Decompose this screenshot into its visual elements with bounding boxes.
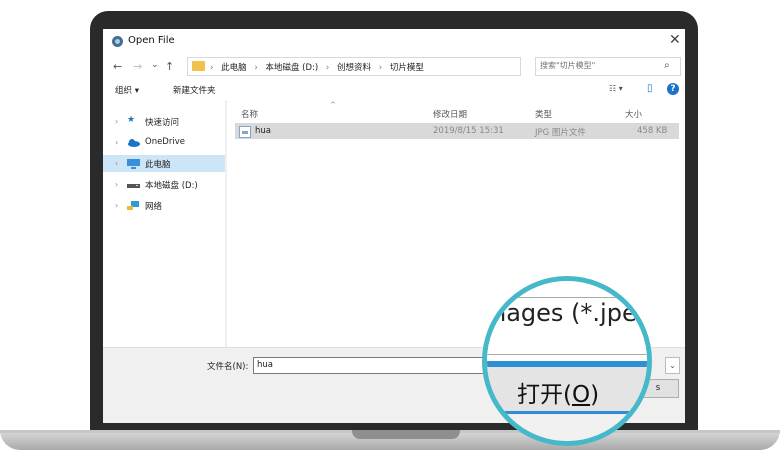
open-label-text: 打开(	[517, 382, 572, 408]
dialog-title: Open File	[128, 35, 175, 46]
dialog-titlebar: Open File ✕	[103, 29, 685, 53]
new-folder-button[interactable]: 新建文件夹	[173, 84, 216, 96]
back-button[interactable]: ←	[113, 60, 122, 73]
sidebar-item-drive-d[interactable]: › 本地磁盘 (D:)	[103, 176, 225, 193]
chevron-right-icon[interactable]: ›	[115, 138, 118, 147]
breadcrumb: › 此电脑 › 本地磁盘 (D:) › 创想资料 › 切片模型	[210, 61, 429, 73]
magnified-open-label: 打开(O)	[517, 375, 599, 409]
open-label-mnemonic: O	[571, 382, 591, 408]
sidebar-item-network[interactable]: › 网络	[103, 197, 225, 214]
search-input[interactable]	[536, 58, 660, 73]
app-icon	[112, 36, 123, 47]
column-header-type[interactable]: 类型	[535, 108, 552, 120]
column-header-size[interactable]: 大小	[625, 108, 642, 120]
breadcrumb-item-folder[interactable]: 创想资料	[337, 63, 371, 73]
chevron-right-icon[interactable]: ›	[115, 117, 118, 126]
file-size: 458 KB	[637, 126, 668, 136]
chevron-right-icon[interactable]: ›	[115, 180, 118, 189]
sidebar-item-label: 本地磁盘 (D:)	[145, 181, 198, 191]
filename-label: 文件名(N):	[207, 362, 249, 372]
file-date: 2019/8/15 15:31	[433, 126, 504, 136]
sort-ascending-icon: ^	[330, 101, 336, 109]
sidebar-item-label: OneDrive	[145, 137, 185, 147]
column-header-name[interactable]: 名称	[241, 108, 258, 120]
filetype-dropdown-icon[interactable]: ⌄	[665, 357, 680, 374]
folder-icon	[192, 61, 205, 71]
column-header-date[interactable]: 修改日期	[433, 108, 467, 120]
computer-icon	[127, 159, 140, 169]
image-file-icon	[239, 126, 251, 138]
search-box[interactable]: ⌕	[535, 57, 681, 76]
help-icon[interactable]: ?	[667, 83, 679, 95]
sidebar-item-this-pc[interactable]: › 此电脑	[103, 155, 225, 172]
recent-locations-button[interactable]: ⌄	[151, 60, 159, 70]
magnified-filetype-text: nages (*.jpe	[491, 299, 637, 327]
breadcrumb-separator: ›	[378, 63, 383, 73]
breadcrumb-separator: ›	[210, 63, 214, 73]
star-icon: ★	[127, 115, 136, 125]
sidebar-item-label: 快速访问	[145, 118, 180, 128]
forward-button[interactable]: →	[133, 60, 142, 73]
search-icon[interactable]: ⌕	[664, 60, 670, 71]
breadcrumb-separator: ›	[254, 63, 258, 73]
preview-pane-icon[interactable]: ▯	[647, 83, 653, 94]
breadcrumb-separator: ›	[325, 63, 330, 73]
magnifier-callout: nages (*.jpe 打开(O)	[482, 276, 652, 446]
organize-button[interactable]: 组织 ▾	[115, 84, 139, 96]
breadcrumb-item-this-pc[interactable]: 此电脑	[221, 63, 247, 73]
view-options-icon[interactable]: ☷ ▾	[609, 84, 623, 93]
navigation-bar: ← → ⌄ ↑ › 此电脑 › 本地磁盘 (D:) › 创想资料 › 切片模型 …	[103, 53, 685, 79]
chevron-right-icon[interactable]: ›	[115, 159, 118, 168]
up-button[interactable]: ↑	[165, 60, 174, 73]
drive-icon	[127, 180, 140, 189]
breadcrumb-item-current[interactable]: 切片模型	[390, 63, 424, 73]
address-bar[interactable]: › 此电脑 › 本地磁盘 (D:) › 创想资料 › 切片模型 ⌄ ↻	[187, 57, 605, 76]
sidebar-item-label: 此电脑	[145, 160, 171, 170]
navigation-pane: › ★ 快速访问 › OneDrive › 此电脑 › 本地磁盘 (D:) › …	[103, 101, 225, 347]
cloud-icon	[127, 138, 140, 147]
sidebar-item-label: 网络	[145, 202, 163, 212]
laptop-notch	[352, 430, 460, 439]
network-icon	[127, 201, 139, 210]
command-toolbar: 组织 ▾ 新建文件夹 ☷ ▾ ▯ ?	[103, 79, 685, 102]
sidebar-item-onedrive[interactable]: › OneDrive	[103, 134, 225, 151]
sidebar-item-quick-access[interactable]: › ★ 快速访问	[103, 113, 225, 130]
file-type: JPG 图片文件	[535, 128, 586, 138]
close-icon[interactable]: ✕	[669, 32, 681, 48]
file-name: hua	[255, 126, 271, 136]
chevron-right-icon[interactable]: ›	[115, 201, 118, 210]
table-row[interactable]: hua 2019/8/15 15:31 JPG 图片文件 458 KB	[235, 123, 679, 139]
breadcrumb-item-drive-d[interactable]: 本地磁盘 (D:)	[265, 63, 318, 73]
open-label-close: )	[590, 382, 600, 408]
